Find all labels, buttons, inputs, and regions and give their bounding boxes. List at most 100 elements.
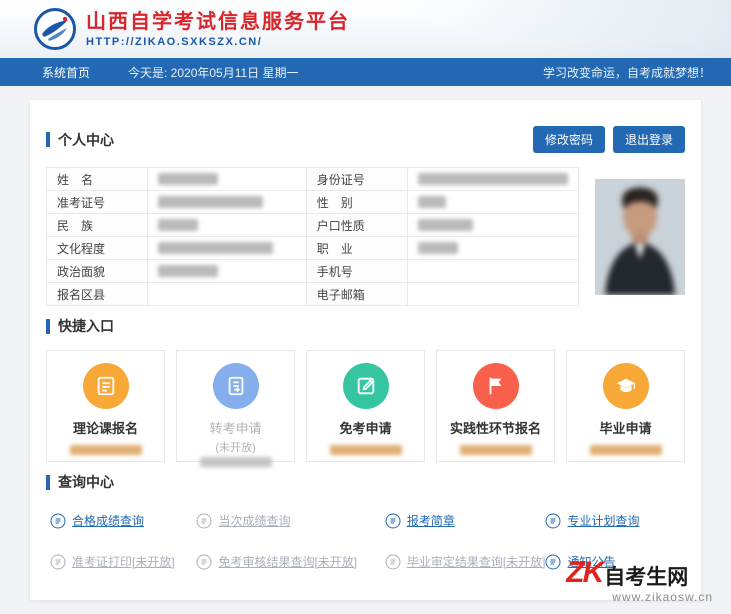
empty-value-cell <box>406 282 580 306</box>
edit-check-icon <box>342 363 389 409</box>
redacted-value <box>417 219 473 231</box>
site-logo-icon <box>34 8 76 50</box>
card-label: 实践性环节报名 <box>449 421 541 436</box>
table-row: 姓 名 身份证号 <box>45 167 580 191</box>
table-row: 民 族 户口性质 <box>45 213 580 237</box>
document-icon <box>385 513 401 528</box>
redacted-value <box>417 173 568 185</box>
field-label-exam-number: 准考证号 <box>45 190 149 214</box>
quick-section-header: 快捷入口 <box>46 316 685 336</box>
table-row: 政治面貌 手机号 <box>45 259 580 283</box>
link-label: 合格成绩查询 <box>72 514 145 528</box>
section-bar <box>46 132 50 147</box>
table-row: 报名区县 电子邮箱 <box>45 282 580 306</box>
field-label-email: 电子邮箱 <box>305 282 408 306</box>
personal-section-header: 个人中心 修改密码 退出登录 <box>46 126 685 153</box>
link-current-score-query[interactable]: 当次成绩查询 <box>196 512 384 529</box>
brand-block: 山西自学考试信息服务平台 HTTP://ZIKAO.SXKSZX.CN/ <box>86 10 350 48</box>
card-transfer-application[interactable]: 转考申请 (未开放) <box>176 350 295 467</box>
main-navbar: 系统首页 今天是: 2020年05月11日 星期一 学习改变命运，自考成就梦想！ <box>0 58 731 86</box>
transfer-doc-icon <box>212 363 259 409</box>
link-exemption-audit-result-query[interactable]: 免考审核结果查询[未开放] <box>196 553 384 570</box>
main-content-card: 个人中心 修改密码 退出登录 姓 名 身份证号 准考证号 性 别 民 族 户口性… <box>30 100 701 600</box>
link-label: 报考简章 <box>406 514 455 528</box>
link-graduation-review-result-query[interactable]: 毕业审定结果查询[未开放] <box>385 553 546 570</box>
field-label-district: 报名区县 <box>45 282 149 306</box>
field-label-household-type: 户口性质 <box>305 213 408 237</box>
document-icon <box>545 554 561 569</box>
quick-entry-cards: 理论课报名 转考申请 (未开放) 免考申请 实践性环节报名 毕业申请 <box>46 350 685 467</box>
card-label: 理论课报名 <box>72 421 138 436</box>
watermark-logo: ZK <box>566 555 604 589</box>
field-label-occupation: 职 业 <box>305 236 408 260</box>
site-title: 山西自学考试信息服务平台 <box>86 11 350 33</box>
redacted-value <box>158 265 219 277</box>
query-section-header: 查询中心 <box>46 472 685 492</box>
link-label: 免考审核结果查询[未开放] <box>218 555 358 569</box>
link-label: 准考证打印[未开放] <box>72 555 175 569</box>
card-graduation-application[interactable]: 毕业申请 <box>566 350 685 462</box>
site-header: 山西自学考试信息服务平台 HTTP://ZIKAO.SXKSZX.CN/ <box>0 0 731 58</box>
redacted-value <box>589 445 662 455</box>
redacted-value <box>158 196 264 208</box>
card-label: 免考申请 <box>339 421 392 436</box>
redacted-value <box>199 457 272 467</box>
personal-info-area: 姓 名 身份证号 准考证号 性 别 民 族 户口性质 文化程度 职 业 政治面貌… <box>45 167 685 306</box>
field-label-gender: 性 别 <box>305 190 408 214</box>
query-section-title: 查询中心 <box>58 474 114 490</box>
table-row: 文化程度 职 业 <box>45 236 580 260</box>
site-url: HTTP://ZIKAO.SXKSZX.CN/ <box>86 36 263 48</box>
empty-value-cell <box>406 259 580 283</box>
card-label: 毕业申请 <box>599 421 652 436</box>
redacted-value <box>158 219 199 231</box>
link-label: 当次成绩查询 <box>218 514 291 528</box>
card-exemption-application[interactable]: 免考申请 <box>306 350 425 462</box>
redacted-value <box>158 242 274 254</box>
logout-button[interactable]: 退出登录 <box>612 126 685 153</box>
field-label-political-status: 政治面貌 <box>45 259 149 283</box>
field-label-education: 文化程度 <box>45 236 149 260</box>
link-major-plan-query[interactable]: 专业计划查询 <box>545 512 685 529</box>
field-label-phone: 手机号 <box>305 259 408 283</box>
document-icon <box>50 554 66 569</box>
link-qualified-score-query[interactable]: 合格成绩查询 <box>50 512 196 529</box>
flag-icon <box>472 363 519 409</box>
watermark-site-url: www.zikaosw.cn <box>612 589 713 604</box>
link-label: 毕业审定结果查询[未开放] <box>406 555 546 569</box>
field-label-id-number: 身份证号 <box>305 167 408 191</box>
nav-date-text: 今天是: 2020年05月11日 星期一 <box>128 65 299 80</box>
redacted-value <box>158 173 219 185</box>
redacted-value <box>69 445 142 455</box>
change-password-button[interactable]: 修改密码 <box>532 126 605 153</box>
card-sub-label: (未开放) <box>215 442 256 454</box>
redacted-value <box>417 242 458 254</box>
profile-photo <box>595 178 685 295</box>
site-watermark: ZK 自考生网 www.zikaosw.cn <box>566 556 713 604</box>
card-label: 转考申请 <box>209 421 262 436</box>
link-label: 专业计划查询 <box>567 514 640 528</box>
card-practical-session-registration[interactable]: 实践性环节报名 <box>436 350 555 462</box>
redacted-value <box>417 196 446 208</box>
section-bar <box>46 318 50 334</box>
form-icon <box>82 363 129 409</box>
graduation-cap-icon <box>602 363 649 409</box>
document-icon <box>545 513 561 528</box>
redacted-value <box>329 445 402 455</box>
document-icon <box>385 554 401 569</box>
field-label-ethnicity: 民 族 <box>45 213 149 237</box>
quick-section-title: 快捷入口 <box>58 318 114 334</box>
watermark-site-name: 自考生网 <box>604 565 689 589</box>
personal-info-table: 姓 名 身份证号 准考证号 性 别 民 族 户口性质 文化程度 职 业 政治面貌… <box>45 167 580 306</box>
card-theory-course-registration[interactable]: 理论课报名 <box>46 350 165 462</box>
empty-value-cell <box>147 282 307 306</box>
nav-slogan-text: 学习改变命运，自考成就梦想！ <box>542 65 711 80</box>
field-label-name: 姓 名 <box>45 167 149 191</box>
link-exam-guide[interactable]: 报考简章 <box>385 512 546 529</box>
redacted-value <box>459 445 532 455</box>
link-admission-ticket-print[interactable]: 准考证打印[未开放] <box>50 553 196 570</box>
section-bar <box>46 474 50 490</box>
photo-container <box>595 167 685 306</box>
table-row: 准考证号 性 别 <box>45 190 580 214</box>
document-icon <box>196 554 212 569</box>
nav-home-link[interactable]: 系统首页 <box>42 64 90 81</box>
